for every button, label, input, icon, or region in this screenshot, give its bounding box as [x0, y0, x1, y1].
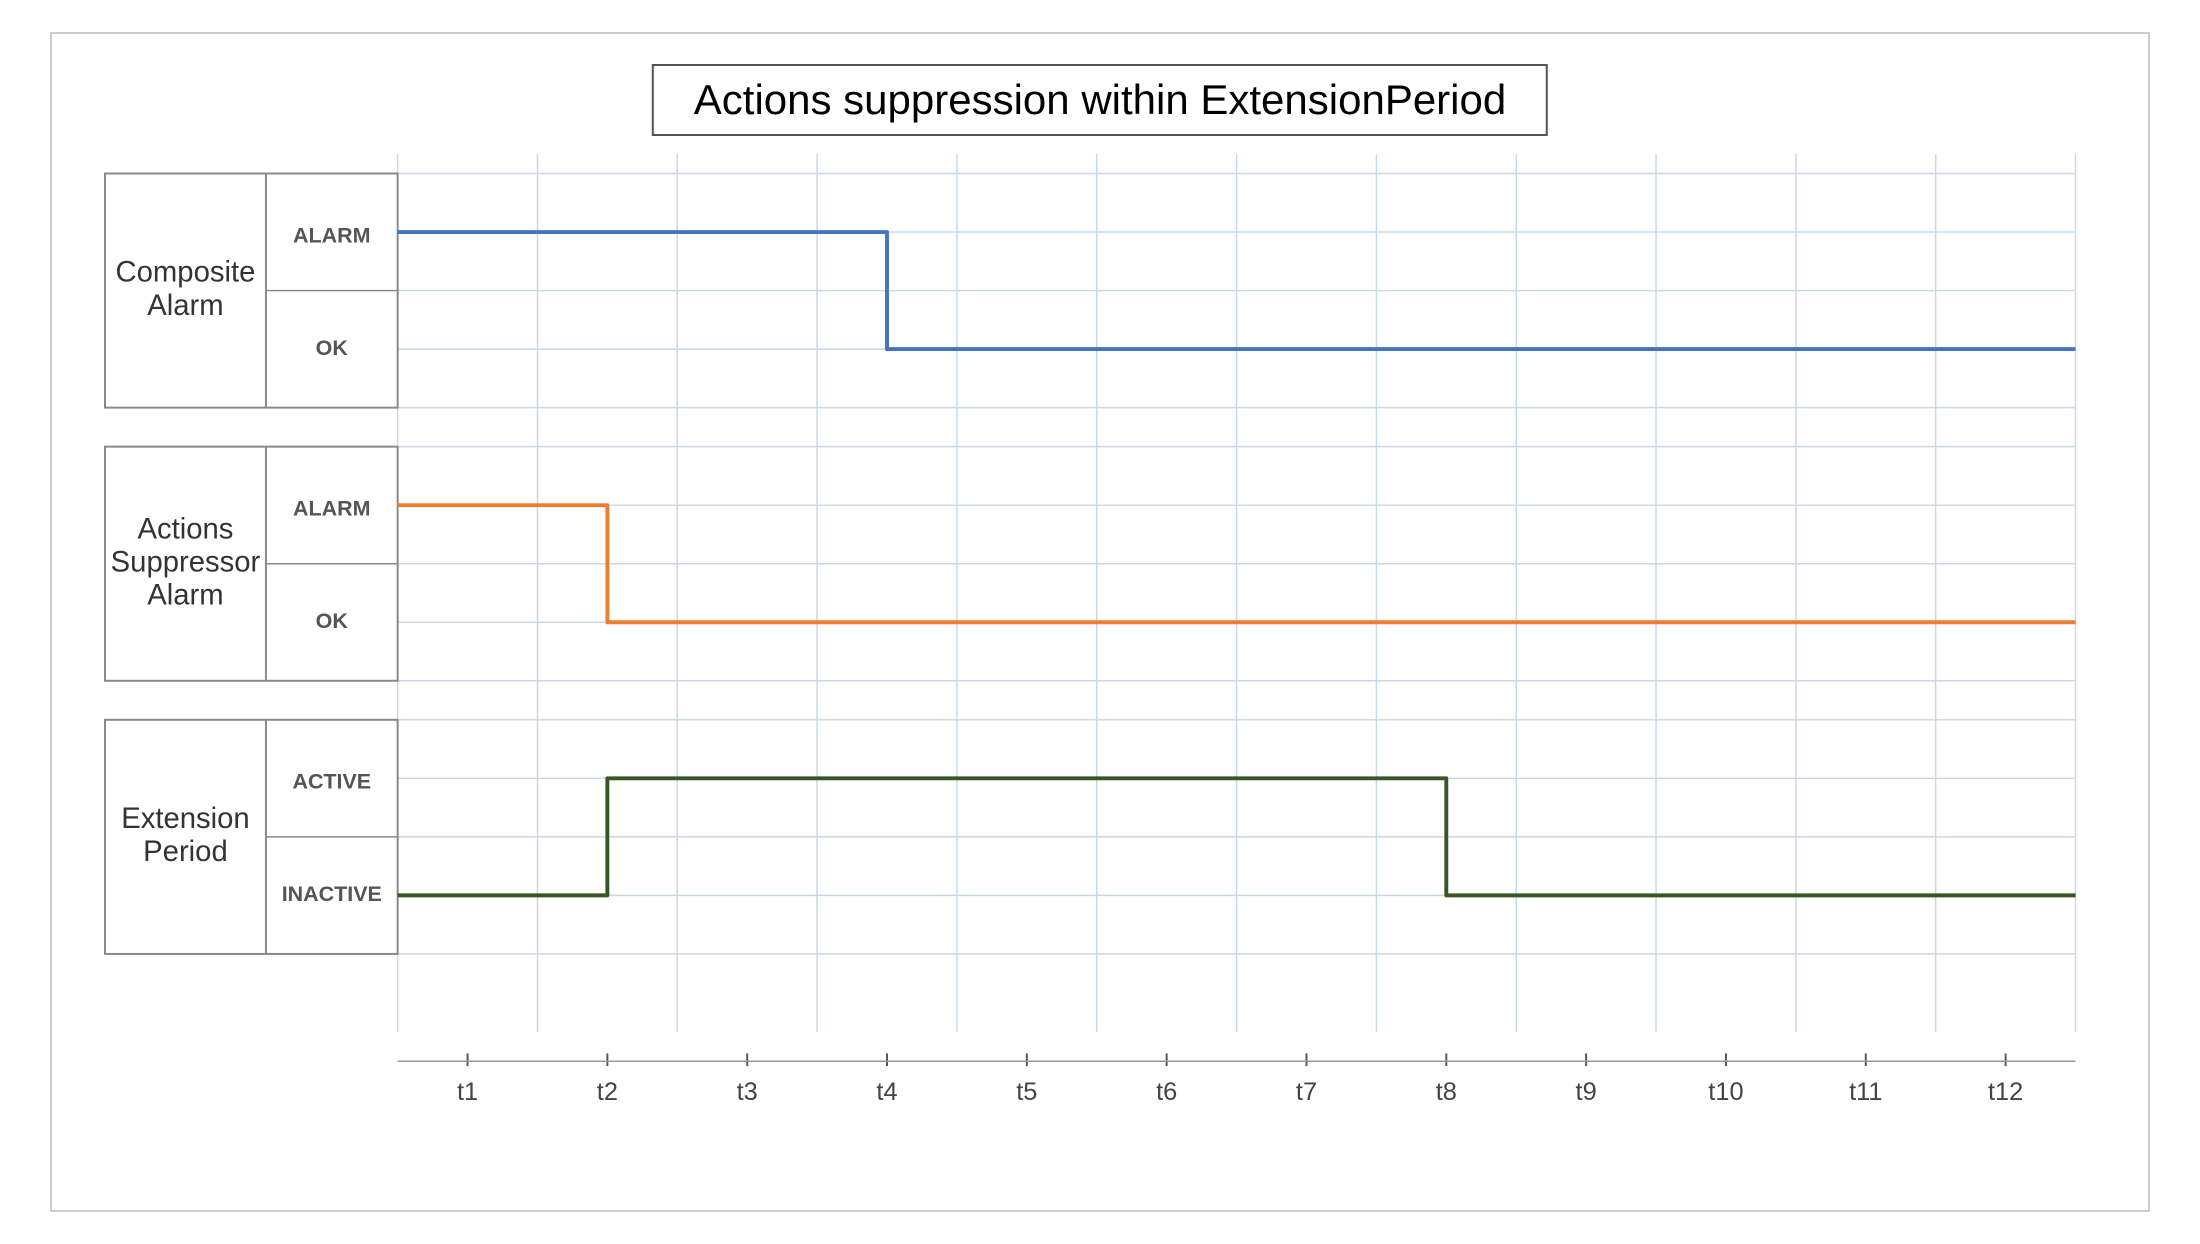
time-label-t9: t9 — [1576, 1078, 1597, 1106]
time-label-t3: t3 — [737, 1078, 758, 1106]
svg-text:Alarm: Alarm — [147, 290, 223, 322]
svg-text:OK: OK — [316, 609, 349, 633]
svg-text:INACTIVE: INACTIVE — [282, 882, 382, 906]
svg-text:Alarm: Alarm — [147, 580, 223, 612]
diagram-svg: CompositeAlarmALARMOKActionsSuppressorAl… — [82, 154, 2118, 1110]
grid — [398, 154, 2076, 1032]
svg-text:Period: Period — [143, 836, 228, 868]
time-label-t1: t1 — [457, 1078, 478, 1106]
svg-text:ACTIVE: ACTIVE — [292, 770, 371, 794]
label-panel-1: ActionsSuppressorAlarm ALARM OK — [105, 447, 398, 681]
svg-text:Extension: Extension — [121, 803, 249, 835]
time-label-t12: t12 — [1988, 1078, 2023, 1106]
time-label-t8: t8 — [1436, 1078, 1457, 1106]
time-label-t7: t7 — [1296, 1078, 1317, 1106]
svg-text:ALARM: ALARM — [293, 497, 370, 521]
svg-text:OK: OK — [316, 336, 349, 360]
svg-text:Composite: Composite — [116, 257, 256, 289]
time-label-t5: t5 — [1016, 1078, 1037, 1106]
svg-text:Actions: Actions — [137, 513, 233, 545]
svg-text:ALARM: ALARM — [293, 223, 370, 247]
time-label-t2: t2 — [597, 1078, 618, 1106]
label-panel-2: ExtensionPeriod ACTIVE INACTIVE — [105, 720, 398, 954]
label-panel-0: CompositeAlarm ALARM OK — [105, 174, 398, 408]
chart-title: Actions suppression within ExtensionPeri… — [652, 64, 1548, 136]
time-label-t10: t10 — [1708, 1078, 1743, 1106]
time-label-t11: t11 — [1849, 1078, 1882, 1106]
svg-text:Suppressor: Suppressor — [111, 546, 261, 578]
chart-container: Actions suppression within ExtensionPeri… — [50, 32, 2150, 1212]
time-label-t4: t4 — [876, 1078, 897, 1106]
time-label-t6: t6 — [1156, 1078, 1177, 1106]
